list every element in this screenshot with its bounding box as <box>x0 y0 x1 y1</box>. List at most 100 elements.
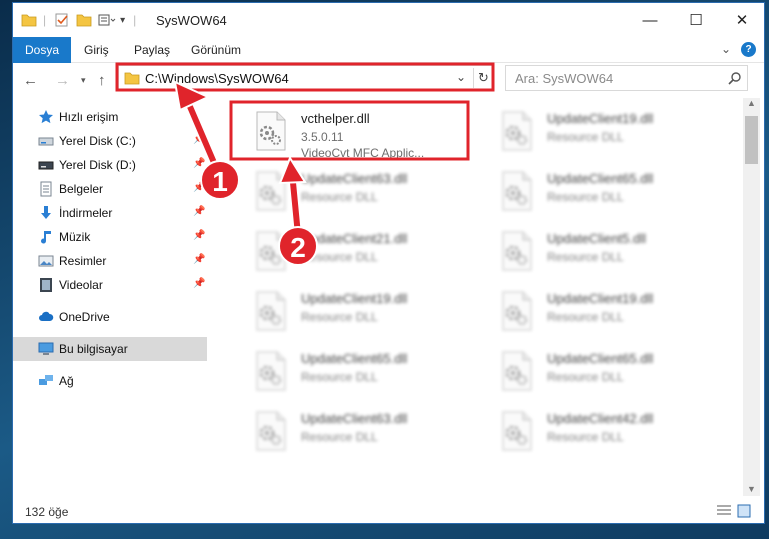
file-detail: Resource DLL <box>547 130 624 144</box>
refresh-icon[interactable]: ↻ <box>473 68 493 88</box>
drive-icon <box>38 161 54 170</box>
tab-view[interactable]: Görünüm <box>191 37 241 63</box>
chevron-down-icon[interactable]: ▾ <box>120 15 125 26</box>
ribbon-expand-icon[interactable]: ⌄ <box>721 42 731 56</box>
sidebar-item-videos[interactable]: Videolar 📌 <box>13 273 207 297</box>
dll-file-icon <box>256 351 286 391</box>
file-name: UpdateClient19.dll <box>547 291 654 306</box>
details-view-icon[interactable] <box>716 504 732 518</box>
close-button[interactable]: ✕ <box>719 3 765 37</box>
file-detail: Resource DLL <box>547 250 624 264</box>
search-placeholder[interactable]: Ara: SysWOW64 <box>515 71 613 86</box>
file-item[interactable]: UpdateClient19.dll Resource DLL <box>479 103 719 159</box>
sidebar-item-local-disk-d[interactable]: Yerel Disk (D:) 📌 <box>13 153 207 177</box>
download-icon <box>41 206 51 219</box>
pin-icon[interactable]: 📌 <box>193 134 205 145</box>
file-name: UpdateClient19.dll <box>301 291 408 306</box>
file-item[interactable]: vcthelper.dll 3.5.0.11 VideoCvt MFC Applic… <box>233 103 473 160</box>
navigation-pane: Hızlı erişim Yerel Disk (C:) 📌 Yerel Dis… <box>13 98 207 496</box>
dll-file-icon <box>502 171 532 211</box>
file-name: UpdateClient42.dll <box>547 411 654 426</box>
forward-arrow-icon[interactable]: → <box>55 72 70 89</box>
file-detail: Resource DLL <box>301 370 378 384</box>
ribbon: Dosya Giriş Paylaş Görünüm ⌄ ? <box>13 37 764 63</box>
tab-file[interactable]: Dosya <box>13 37 71 63</box>
dll-file-icon <box>502 111 532 151</box>
customize-icon[interactable] <box>98 12 116 28</box>
dll-file-icon <box>502 231 532 271</box>
sidebar-item-pictures[interactable]: Resimler 📌 <box>13 249 207 273</box>
music-icon <box>41 231 51 244</box>
address-bar[interactable]: C:\Windows\SysWOW64 ⌄ ↻ <box>118 65 494 91</box>
dll-file-icon <box>256 291 286 331</box>
file-item[interactable]: UpdateClient42.dll Resource DLL <box>479 403 719 459</box>
file-detail: Resource DLL <box>547 190 624 204</box>
file-description: VideoCvt MFC Applic... <box>301 146 425 160</box>
file-item[interactable]: UpdateClient21.dll Resource DLL <box>233 223 473 279</box>
sidebar-item-downloads[interactable]: İndirmeler 📌 <box>13 201 207 225</box>
file-name: UpdateClient65.dll <box>547 171 654 186</box>
maximize-button[interactable]: ☐ <box>673 3 719 37</box>
minimize-button[interactable]: — <box>627 3 673 37</box>
sidebar-item-network[interactable]: Ağ <box>13 369 207 393</box>
sidebar-item-this-pc[interactable]: Bu bilgisayar <box>13 337 207 361</box>
folder-icon <box>124 72 140 85</box>
step-2-marker: 2 <box>278 226 318 266</box>
star-icon <box>39 110 53 124</box>
dll-file-icon <box>502 351 532 391</box>
sidebar-item-documents[interactable]: Belgeler 📌 <box>13 177 207 201</box>
file-name: UpdateClient63.dll <box>301 171 408 186</box>
pin-icon[interactable]: 📌 <box>193 254 205 265</box>
file-detail: Resource DLL <box>547 310 624 324</box>
new-folder-icon[interactable] <box>76 12 92 28</box>
search-box[interactable]: Ara: SysWOW64 <box>505 65 748 91</box>
folder-icon[interactable] <box>21 12 37 28</box>
scroll-down-icon[interactable]: ▼ <box>747 484 756 494</box>
properties-icon[interactable] <box>54 12 70 28</box>
file-item[interactable]: UpdateClient19.dll Resource DLL <box>479 283 719 339</box>
file-name: UpdateClient65.dll <box>547 351 654 366</box>
up-arrow-icon[interactable]: ↑ <box>98 72 106 89</box>
sidebar-item-quick-access[interactable]: Hızlı erişim <box>13 105 207 129</box>
sidebar-item-onedrive[interactable]: OneDrive <box>13 305 207 329</box>
file-item[interactable]: UpdateClient65.dll Resource DLL <box>479 343 719 399</box>
pin-icon[interactable]: 📌 <box>193 230 205 241</box>
file-detail: Resource DLL <box>547 370 624 384</box>
vertical-scrollbar[interactable]: ▲ ▼ <box>743 98 760 496</box>
pin-icon[interactable]: 📌 <box>193 278 205 289</box>
file-name: UpdateClient5.dll <box>547 231 647 246</box>
large-icons-view-icon[interactable] <box>737 504 751 518</box>
quick-access-toolbar: | ▾ | <box>21 11 136 29</box>
pin-icon[interactable]: 📌 <box>193 206 205 217</box>
recent-locations-icon[interactable]: ▾ <box>81 75 86 86</box>
file-item[interactable]: UpdateClient63.dll Resource DLL <box>233 403 473 459</box>
dll-file-icon <box>256 171 286 211</box>
sidebar-item-music[interactable]: Müzik 📌 <box>13 225 207 249</box>
item-count: 132 öğe <box>25 505 69 519</box>
sidebar-item-local-disk-c[interactable]: Yerel Disk (C:) 📌 <box>13 129 207 153</box>
file-item[interactable]: UpdateClient5.dll Resource DLL <box>479 223 719 279</box>
file-detail: Resource DLL <box>301 190 378 204</box>
file-name: UpdateClient65.dll <box>301 351 408 366</box>
drive-icon <box>38 137 54 146</box>
file-item[interactable]: UpdateClient65.dll Resource DLL <box>479 163 719 219</box>
help-icon[interactable]: ? <box>741 42 756 57</box>
address-path[interactable]: C:\Windows\SysWOW64 <box>145 71 289 86</box>
file-item[interactable]: UpdateClient63.dll Resource DLL <box>233 163 473 219</box>
back-arrow-icon[interactable]: ← <box>23 72 38 89</box>
step-1-marker: 1 <box>200 160 240 200</box>
pictures-icon <box>38 255 54 267</box>
explorer-window: | ▾ | SysWOW64 — ☐ ✕ Dosya Giriş Paylaş … <box>12 2 765 524</box>
file-item[interactable]: UpdateClient65.dll Resource DLL <box>233 343 473 399</box>
scrollbar-thumb[interactable] <box>745 116 758 164</box>
tab-home[interactable]: Giriş <box>84 37 109 63</box>
address-dropdown-icon[interactable]: ⌄ <box>456 70 466 84</box>
network-icon <box>39 375 53 385</box>
dll-file-icon <box>256 111 286 151</box>
file-name: vcthelper.dll <box>301 111 370 126</box>
scroll-up-icon[interactable]: ▲ <box>747 98 756 108</box>
file-detail: 3.5.0.11 <box>301 130 344 144</box>
tab-share[interactable]: Paylaş <box>134 37 170 63</box>
search-icon[interactable] <box>728 71 742 85</box>
file-item[interactable]: UpdateClient19.dll Resource DLL <box>233 283 473 339</box>
